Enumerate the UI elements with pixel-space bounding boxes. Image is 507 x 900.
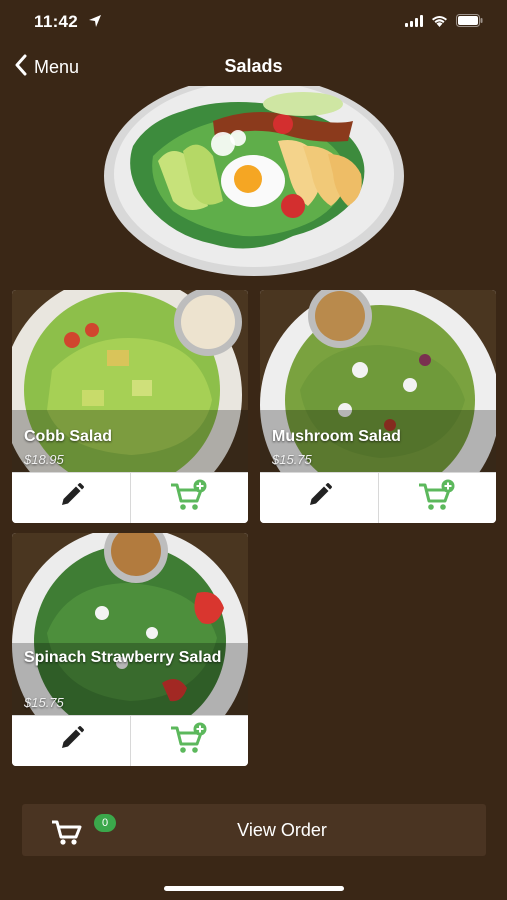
edit-button[interactable] — [12, 473, 130, 523]
status-time: 11:42 — [34, 12, 79, 31]
item-actions — [12, 472, 248, 523]
item-image: Mushroom Salad $15.75 — [260, 290, 496, 472]
pencil-icon — [56, 724, 86, 759]
edit-button[interactable] — [12, 716, 130, 766]
page-title: Salads — [224, 56, 283, 76]
item-name: Mushroom Salad — [272, 428, 401, 445]
item-actions — [12, 715, 248, 766]
add-to-cart-icon — [169, 479, 209, 518]
add-to-cart-button[interactable] — [129, 716, 249, 766]
item-image: Cobb Salad $18.95 — [12, 290, 248, 472]
item-price: $15.75 — [272, 452, 312, 467]
pencil-icon — [304, 481, 334, 516]
status-icons — [405, 14, 483, 32]
item-price: $18.95 — [24, 452, 64, 467]
add-to-cart-button[interactable] — [129, 473, 249, 523]
item-price: $15.75 — [24, 695, 64, 710]
navigation-bar: Menu Salads — [0, 44, 507, 90]
item-image: Spinach Strawberry Salad $15.75 — [12, 533, 248, 715]
edit-button[interactable] — [260, 473, 378, 523]
add-to-cart-icon — [169, 722, 209, 761]
menu-item-card[interactable]: Cobb Salad $18.95 — [12, 290, 248, 523]
battery-icon — [456, 14, 483, 32]
item-actions — [260, 472, 496, 523]
signal-icon — [405, 14, 423, 32]
add-to-cart-icon — [417, 479, 457, 518]
item-name: Cobb Salad — [24, 428, 113, 445]
pencil-icon — [56, 481, 86, 516]
hero-salad-image — [103, 86, 405, 280]
location-arrow-icon — [88, 14, 102, 33]
add-to-cart-button[interactable] — [377, 473, 497, 523]
item-name: Spinach Strawberry Salad — [24, 649, 222, 666]
menu-item-card[interactable]: Spinach Strawberry Salad $15.75 — [12, 533, 248, 766]
view-order-label: View Order — [237, 820, 327, 840]
wifi-icon — [431, 14, 448, 32]
view-order-button[interactable]: 0 View Order — [22, 804, 486, 856]
status-bar: 11:42 — [0, 0, 507, 44]
home-indicator — [164, 886, 344, 891]
menu-item-card[interactable]: Mushroom Salad $15.75 — [260, 290, 496, 523]
